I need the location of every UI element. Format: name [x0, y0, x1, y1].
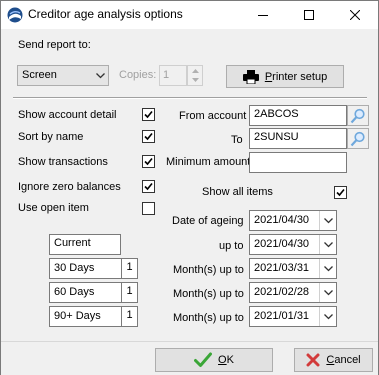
period-30-days-name: 30 Days [54, 262, 95, 274]
period-60-days-box[interactable]: 60 Days 1 [49, 282, 138, 303]
copies-label: Copies: [119, 69, 157, 81]
date-dropdown-button[interactable] [319, 235, 336, 254]
cancel-button[interactable]: Cancel [294, 348, 373, 372]
copies-value: 1 [163, 69, 170, 81]
period-60-days-label: Month(s) up to [173, 288, 244, 300]
sort-by-name-label: Sort by name [18, 131, 84, 143]
checkmark-icon [144, 110, 153, 119]
period-90-days-name: 90+ Days [54, 310, 101, 322]
from-account-input[interactable]: 2ABCOS [249, 105, 347, 126]
date-dropdown-button[interactable] [319, 211, 336, 230]
ok-button[interactable]: OK [155, 348, 273, 372]
maximize-icon [304, 10, 314, 20]
printer-setup-label: Printer setup [264, 70, 328, 83]
period-30-days-box[interactable]: 30 Days 1 [49, 258, 138, 279]
close-icon [350, 10, 360, 20]
period-90-days-date: 2021/01/31 [254, 310, 310, 322]
button-bar: OK Cancel [1, 341, 378, 375]
send-report-label: Send report to: [18, 39, 91, 51]
window-title: Creditor age analysis options [28, 7, 183, 21]
printer-icon [242, 69, 259, 84]
show-all-items-checkbox[interactable] [334, 186, 347, 199]
date-dropdown-button[interactable] [319, 259, 336, 278]
date-of-ageing-picker[interactable]: 2021/04/30 [249, 210, 337, 231]
period-60-days-months[interactable]: 1 [121, 283, 137, 302]
checkmark-icon [336, 188, 345, 197]
cancel-label: Cancel [326, 354, 361, 366]
copies-spinner[interactable] [187, 65, 203, 86]
sort-by-name-checkbox[interactable] [142, 130, 155, 143]
date-dropdown-button[interactable] [319, 307, 336, 326]
maximize-button[interactable] [286, 1, 332, 29]
from-account-lookup-button[interactable] [347, 105, 369, 126]
checkmark-icon [144, 182, 153, 191]
date-dropdown-button[interactable] [319, 283, 336, 302]
period-30-days-months[interactable]: 1 [121, 259, 137, 278]
to-account-input[interactable]: 2SUNSU [249, 128, 347, 149]
destination-select[interactable]: Screen [17, 65, 109, 86]
show-all-items-label: Show all items [202, 186, 273, 198]
check-icon [194, 352, 213, 367]
period-60-days-date: 2021/02/28 [254, 286, 310, 298]
period-90-days-months[interactable]: 1 [121, 307, 137, 326]
cancel-x-icon [306, 353, 320, 367]
title-bar[interactable]: Creditor age analysis options [1, 1, 378, 29]
period-30-days-label: Month(s) up to [173, 264, 244, 276]
copies-input[interactable]: 1 [159, 65, 187, 86]
to-account-label: To [231, 134, 243, 146]
period-current-date: 2021/04/30 [254, 238, 310, 250]
search-icon [350, 108, 365, 123]
to-account-lookup-button[interactable] [347, 128, 369, 149]
ignore-zero-balances-label: Ignore zero balances [18, 181, 121, 193]
checkmark-icon [144, 157, 153, 166]
ignore-zero-balances-checkbox[interactable] [142, 180, 155, 193]
date-of-ageing-value: 2021/04/30 [254, 214, 310, 226]
date-of-ageing-label: Date of ageing [172, 215, 244, 227]
minimize-button[interactable] [240, 1, 286, 29]
chevron-down-icon [323, 313, 333, 319]
use-open-item-checkbox[interactable] [142, 202, 155, 215]
show-transactions-label: Show transactions [18, 156, 108, 168]
chevron-down-icon [323, 265, 333, 271]
printer-setup-button[interactable]: Printer setup [226, 65, 344, 88]
period-90-days-box[interactable]: 90+ Days 1 [49, 306, 138, 327]
use-open-item-label: Use open item [18, 202, 89, 214]
spin-up-icon [192, 69, 199, 73]
period-30-days-date-picker[interactable]: 2021/03/31 [249, 258, 337, 279]
from-account-label: From account [179, 110, 247, 122]
show-transactions-checkbox[interactable] [142, 155, 155, 168]
show-account-detail-checkbox[interactable] [142, 108, 155, 121]
chevron-down-icon [323, 241, 333, 247]
minimum-amount-input[interactable] [249, 152, 347, 173]
close-button[interactable] [332, 1, 378, 29]
minimize-icon [258, 15, 268, 16]
ok-label: OK [218, 354, 234, 366]
period-name-current[interactable]: Current [49, 234, 121, 255]
chevron-down-icon [96, 73, 105, 79]
spin-down-icon [192, 78, 199, 82]
destination-value: Screen [22, 69, 57, 81]
chevron-down-icon [323, 289, 333, 295]
period-90-days-date-picker[interactable]: 2021/01/31 [249, 306, 337, 327]
period-90-days-label: Month(s) up to [173, 312, 244, 324]
period-30-days-date: 2021/03/31 [254, 262, 310, 274]
section-divider [13, 97, 367, 99]
checkmark-icon [144, 132, 153, 141]
search-icon [350, 131, 365, 146]
period-60-days-name: 60 Days [54, 286, 95, 298]
creditor-age-analysis-dialog: Creditor age analysis options Send repor… [0, 0, 379, 375]
period-current-up-to-label: up to [219, 240, 244, 252]
app-icon [7, 7, 23, 23]
period-current-date-picker[interactable]: 2021/04/30 [249, 234, 337, 255]
show-account-detail-label: Show account detail [18, 109, 117, 121]
chevron-down-icon [323, 217, 333, 223]
minimum-amount-label: Minimum amount [166, 156, 251, 168]
period-60-days-date-picker[interactable]: 2021/02/28 [249, 282, 337, 303]
